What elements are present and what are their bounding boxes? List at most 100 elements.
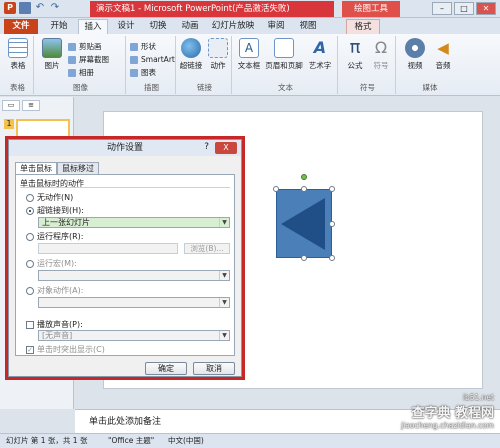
group-text: A 文本框 页眉和页脚 A 艺术字 文本 — [234, 36, 338, 94]
group-illustrations: 形状 SmartArt 图表 插图 — [128, 36, 176, 94]
option-run-macro: 运行宏(M): — [26, 258, 77, 269]
group-links: 超链接 动作 链接 — [178, 36, 232, 94]
tab-animations[interactable]: 动画 — [176, 19, 204, 34]
action-button-shape[interactable] — [276, 189, 332, 258]
tab-file[interactable]: 文件 — [4, 19, 38, 34]
tab-transitions[interactable]: 切换 — [144, 19, 172, 34]
radio-run-program[interactable] — [26, 232, 34, 241]
wordart-button[interactable]: A 艺术字 — [306, 38, 334, 71]
minimize-icon[interactable]: – — [432, 2, 452, 15]
redo-icon[interactable]: ↷ — [49, 2, 61, 14]
picture-button[interactable]: 图片 — [39, 38, 65, 71]
table-button[interactable]: 表格 — [5, 38, 31, 71]
textbox-button[interactable]: A 文本框 — [236, 38, 262, 71]
tab-format[interactable]: 格式 — [346, 19, 380, 34]
powerpoint-logo-icon: P — [4, 2, 16, 14]
audio-button[interactable]: ◀ 音频 — [430, 38, 456, 71]
ok-button[interactable]: 确定 — [145, 362, 187, 375]
tab-view[interactable]: 视图 — [294, 19, 322, 34]
resize-handle[interactable] — [301, 255, 307, 261]
header-footer-button[interactable]: 页眉和页脚 — [264, 38, 304, 71]
ribbon: 表格 表格 图片 剪贴画 屏幕截图 相册 图像 形状 SmartArt 图表 插… — [0, 34, 500, 96]
header-footer-icon — [274, 38, 294, 58]
video-button[interactable]: 视频 — [402, 38, 428, 71]
shapes-button[interactable]: 形状 — [130, 42, 156, 52]
smartart-button[interactable]: SmartArt — [130, 55, 175, 65]
maximize-icon[interactable]: □ — [454, 2, 474, 15]
resize-handle[interactable] — [329, 255, 335, 261]
album-button[interactable]: 相册 — [68, 68, 94, 78]
close-icon[interactable]: ✕ — [476, 2, 496, 15]
omega-icon: Ω — [374, 38, 388, 57]
speaker-icon: ◀ — [437, 39, 449, 57]
tab-review[interactable]: 审阅 — [262, 19, 290, 34]
status-bar: 幻灯片 第 1 张，共 1 张 "Office 主题" 中文(中国) — [0, 433, 500, 448]
globe-link-icon — [181, 38, 201, 58]
tab-slideshow[interactable]: 幻灯片放映 — [208, 19, 258, 34]
radio-none[interactable] — [26, 193, 34, 202]
save-icon[interactable] — [19, 2, 31, 14]
title-bar: P ↶ ↷ 演示文稿1 - Microsoft PowerPoint(产品激活失… — [0, 0, 500, 18]
macro-select: ▼ — [38, 270, 230, 281]
language-status[interactable]: 中文(中国) — [168, 434, 204, 448]
resize-handle[interactable] — [273, 186, 279, 192]
radio-run-macro — [26, 259, 34, 268]
dialog-close-icon[interactable]: X — [215, 142, 237, 154]
pi-icon: π — [349, 37, 361, 58]
resize-handle[interactable] — [301, 186, 307, 192]
resize-handle[interactable] — [329, 221, 335, 227]
highlight-frame: 动作设置 ? X 单击鼠标 鼠标移过 单击鼠标时的动作 无动作(N) 超链接到(… — [5, 136, 245, 380]
table-icon — [8, 38, 28, 58]
back-triangle-icon — [281, 198, 325, 250]
option-object-action: 对象动作(A): — [26, 285, 83, 296]
window-controls: – □ ✕ — [432, 2, 496, 15]
rotation-handle[interactable] — [301, 174, 307, 180]
picture-icon — [42, 38, 62, 58]
group-images: 图片 剪贴画 屏幕截图 相册 图像 — [36, 36, 126, 94]
checkbox-play-sound[interactable] — [26, 320, 34, 329]
chevron-down-icon: ▼ — [219, 331, 229, 340]
option-run-program[interactable]: 运行程序(R): — [26, 231, 84, 242]
option-play-sound[interactable]: 播放声音(P): — [26, 319, 83, 330]
group-media: 视频 ◀ 音频 媒体 — [398, 36, 462, 94]
tab-home[interactable]: 开始 — [44, 19, 74, 34]
chevron-down-icon[interactable]: ▼ — [219, 218, 229, 227]
outline-tab-icon[interactable]: ≡ — [22, 100, 40, 111]
undo-icon[interactable]: ↶ — [34, 2, 46, 14]
group-tables: 表格 表格 — [2, 36, 34, 94]
program-path-field — [38, 243, 178, 254]
tab-mouse-click[interactable]: 单击鼠标 — [15, 162, 57, 174]
slides-tab-icon[interactable]: ▭ — [2, 100, 20, 111]
action-button[interactable]: 动作 — [205, 38, 231, 71]
symbol-button[interactable]: Ω 符号 — [368, 38, 394, 71]
screenshot-button[interactable]: 屏幕截图 — [68, 55, 109, 65]
clipart-button[interactable]: 剪贴画 — [68, 42, 102, 52]
sound-select: [无声音] ▼ — [38, 330, 230, 341]
tab-design[interactable]: 设计 — [112, 19, 140, 34]
tab-insert[interactable]: 插入 — [78, 19, 108, 34]
option-none[interactable]: 无动作(N) — [26, 192, 73, 203]
object-action-select: ▼ — [38, 297, 230, 308]
hyperlink-button[interactable]: 超链接 — [178, 38, 204, 71]
slide-count-status: 幻灯片 第 1 张，共 1 张 — [6, 436, 88, 445]
chevron-down-icon: ▼ — [219, 271, 229, 280]
tab-mouse-over[interactable]: 鼠标移过 — [57, 162, 99, 174]
resize-handle[interactable] — [329, 186, 335, 192]
chart-button[interactable]: 图表 — [130, 68, 156, 78]
slide-number: 1 — [4, 119, 14, 129]
ribbon-tabs: 文件 开始 插入 设计 切换 动画 幻灯片放映 审阅 视图 格式 — [0, 18, 500, 34]
browse-button: 浏览(B)... — [184, 243, 230, 254]
textbox-icon: A — [239, 38, 259, 58]
option-hyperlink[interactable]: 超链接到(H): — [26, 205, 84, 216]
window-title: 演示文稿1 - Microsoft PowerPoint(产品激活失败) — [90, 1, 334, 17]
radio-hyperlink[interactable] — [26, 206, 34, 215]
checkbox-highlight: ✓ — [26, 345, 34, 354]
help-icon[interactable]: ? — [204, 142, 209, 152]
cancel-button[interactable]: 取消 — [193, 362, 235, 375]
equation-button[interactable]: π 公式 — [342, 38, 368, 71]
hyperlink-select[interactable]: 上一张幻灯片 ▼ — [38, 217, 230, 228]
option-highlight: ✓ 单击时突出显示(C) — [26, 345, 105, 354]
action-settings-dialog: 动作设置 ? X 单击鼠标 鼠标移过 单击鼠标时的动作 无动作(N) 超链接到(… — [8, 139, 242, 377]
theme-status: "Office 主题" — [108, 436, 155, 445]
group-symbols: π 公式 Ω 符号 符号 — [340, 36, 396, 94]
